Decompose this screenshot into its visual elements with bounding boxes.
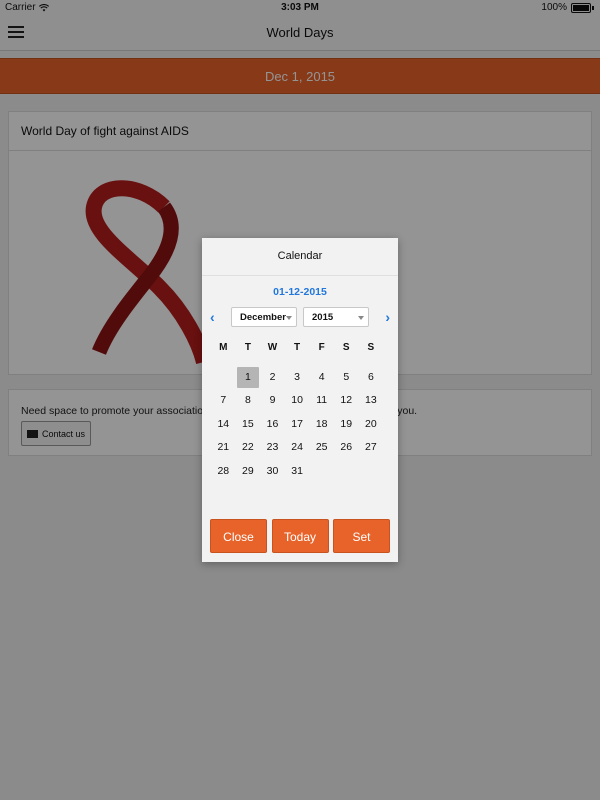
day-cell[interactable]: 26 <box>334 437 359 460</box>
day-cell[interactable]: 29 <box>236 461 261 484</box>
day-cell[interactable]: 31 <box>285 461 310 484</box>
day-cell[interactable]: 1 <box>236 367 260 389</box>
next-month-icon[interactable]: › <box>385 309 390 325</box>
day-cell[interactable]: 4 <box>309 367 334 390</box>
chevron-down-icon <box>358 316 364 320</box>
weekday-label: M <box>219 342 228 353</box>
day-cell[interactable]: 25 <box>309 437 334 460</box>
today-button[interactable]: Today <box>271 519 329 553</box>
empty-day-cell <box>309 461 334 484</box>
day-cell[interactable]: 15 <box>236 414 261 437</box>
day-cell[interactable]: 9 <box>260 390 285 413</box>
day-cell[interactable]: 2 <box>260 367 285 390</box>
year-select[interactable]: 2015 <box>303 307 369 327</box>
calendar-title: Calendar <box>202 238 398 276</box>
day-cell[interactable]: 14 <box>211 414 236 437</box>
month-value: December <box>240 312 286 323</box>
weekday-label: W <box>267 342 278 353</box>
month-year-selector: ‹ December 2015 › <box>202 307 398 329</box>
set-button[interactable]: Set <box>333 519 390 553</box>
day-cell[interactable]: 19 <box>334 414 359 437</box>
month-select[interactable]: December <box>231 307 297 327</box>
weekday-label: F <box>318 342 325 353</box>
day-cell[interactable]: 11 <box>309 390 334 413</box>
day-cell[interactable]: 17 <box>285 414 310 437</box>
weekday-label: T <box>294 342 301 353</box>
day-cell[interactable]: 10 <box>285 390 310 413</box>
empty-day-cell <box>211 367 236 390</box>
day-cell[interactable]: 30 <box>260 461 285 484</box>
weekday-label: S <box>342 342 350 353</box>
selected-date-display: 01-12-2015 <box>273 286 327 298</box>
day-cell[interactable]: 27 <box>359 437 384 460</box>
day-cell[interactable]: 8 <box>236 390 261 413</box>
day-cell[interactable]: 6 <box>359 367 384 390</box>
empty-day-cell <box>359 461 384 484</box>
year-value: 2015 <box>312 312 334 323</box>
day-cell[interactable]: 16 <box>260 414 285 437</box>
day-cell[interactable]: 28 <box>211 461 236 484</box>
day-cell[interactable]: 5 <box>334 367 359 390</box>
close-button[interactable]: Close <box>210 519 267 553</box>
day-cell[interactable]: 12 <box>334 390 359 413</box>
calendar-days-grid: 1 2 3 4 5 6 7 8 9 10 11 12 13 14 15 16 17 18 19 20 21 22 23 24 2… <box>211 367 393 484</box>
day-cell[interactable]: 3 <box>285 367 310 390</box>
day-cell[interactable]: 20 <box>359 414 384 437</box>
weekday-header: M T W T F S S <box>211 342 393 353</box>
day-cell[interactable]: 7 <box>211 390 236 413</box>
weekday-label: S <box>367 342 375 353</box>
dialog-buttons: Close Today Set <box>210 519 390 554</box>
day-cell[interactable]: 23 <box>260 437 285 460</box>
prev-month-icon[interactable]: ‹ <box>210 309 215 325</box>
day-cell[interactable]: 21 <box>211 437 236 460</box>
weekday-label: T <box>244 342 251 353</box>
day-cell[interactable]: 22 <box>236 437 261 460</box>
day-cell[interactable]: 18 <box>309 414 334 437</box>
chevron-down-icon <box>286 316 292 320</box>
day-cell[interactable]: 24 <box>285 437 310 460</box>
day-cell[interactable]: 13 <box>359 390 384 413</box>
calendar-dialog: Calendar 01-12-2015 ‹ December 2015 › M … <box>202 238 398 562</box>
empty-day-cell <box>334 461 359 484</box>
